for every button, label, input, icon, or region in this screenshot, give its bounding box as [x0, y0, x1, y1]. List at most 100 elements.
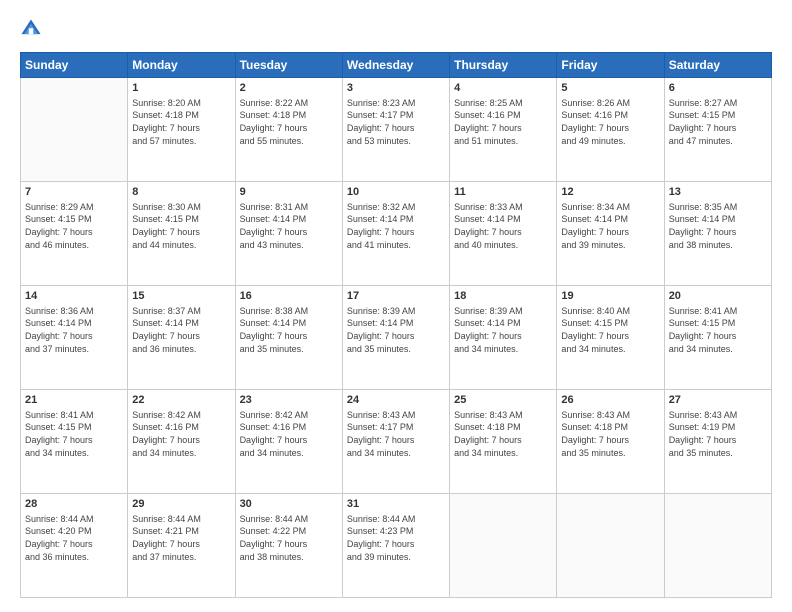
- cell-info-line: Daylight: 7 hours: [240, 538, 338, 551]
- cell-info-line: Sunset: 4:23 PM: [347, 525, 445, 538]
- cell-info-line: and 49 minutes.: [561, 135, 659, 148]
- day-number: 19: [561, 289, 659, 304]
- day-number: 24: [347, 393, 445, 408]
- cell-info-line: and 34 minutes.: [669, 343, 767, 356]
- calendar-cell: [450, 494, 557, 598]
- cell-info-line: and 35 minutes.: [561, 447, 659, 460]
- cell-info-line: Sunrise: 8:33 AM: [454, 201, 552, 214]
- cell-info-line: and 46 minutes.: [25, 239, 123, 252]
- day-number: 27: [669, 393, 767, 408]
- cell-info-line: and 39 minutes.: [347, 551, 445, 564]
- cell-info-line: Daylight: 7 hours: [347, 226, 445, 239]
- day-number: 22: [132, 393, 230, 408]
- day-number: 13: [669, 185, 767, 200]
- cell-info-line: Sunset: 4:16 PM: [132, 421, 230, 434]
- cell-info-line: and 34 minutes.: [132, 447, 230, 460]
- cell-info-line: Sunset: 4:15 PM: [561, 317, 659, 330]
- cell-info-line: Daylight: 7 hours: [240, 434, 338, 447]
- calendar-header-row: SundayMondayTuesdayWednesdayThursdayFrid…: [21, 53, 772, 78]
- day-number: 14: [25, 289, 123, 304]
- calendar-cell: 27Sunrise: 8:43 AMSunset: 4:19 PMDayligh…: [664, 390, 771, 494]
- day-number: 17: [347, 289, 445, 304]
- calendar-cell: 10Sunrise: 8:32 AMSunset: 4:14 PMDayligh…: [342, 182, 449, 286]
- calendar-cell: 25Sunrise: 8:43 AMSunset: 4:18 PMDayligh…: [450, 390, 557, 494]
- cell-info-line: Daylight: 7 hours: [561, 330, 659, 343]
- day-number: 15: [132, 289, 230, 304]
- calendar-cell: 12Sunrise: 8:34 AMSunset: 4:14 PMDayligh…: [557, 182, 664, 286]
- col-header-saturday: Saturday: [664, 53, 771, 78]
- day-number: 11: [454, 185, 552, 200]
- cell-info-line: Daylight: 7 hours: [132, 538, 230, 551]
- cell-info-line: Daylight: 7 hours: [669, 122, 767, 135]
- cell-info-line: and 37 minutes.: [25, 343, 123, 356]
- cell-info-line: Daylight: 7 hours: [561, 434, 659, 447]
- cell-info-line: Sunrise: 8:42 AM: [132, 409, 230, 422]
- day-number: 8: [132, 185, 230, 200]
- cell-info-line: Daylight: 7 hours: [561, 122, 659, 135]
- col-header-friday: Friday: [557, 53, 664, 78]
- cell-info-line: Sunrise: 8:31 AM: [240, 201, 338, 214]
- cell-info-line: Sunset: 4:15 PM: [669, 109, 767, 122]
- cell-info-line: Sunset: 4:15 PM: [669, 317, 767, 330]
- cell-info-line: Daylight: 7 hours: [347, 538, 445, 551]
- calendar-cell: 14Sunrise: 8:36 AMSunset: 4:14 PMDayligh…: [21, 286, 128, 390]
- cell-info-line: Sunset: 4:15 PM: [25, 213, 123, 226]
- cell-info-line: and 35 minutes.: [669, 447, 767, 460]
- cell-info-line: Sunset: 4:16 PM: [561, 109, 659, 122]
- day-number: 23: [240, 393, 338, 408]
- day-number: 12: [561, 185, 659, 200]
- calendar-week-1: 1Sunrise: 8:20 AMSunset: 4:18 PMDaylight…: [21, 78, 772, 182]
- calendar-cell: 4Sunrise: 8:25 AMSunset: 4:16 PMDaylight…: [450, 78, 557, 182]
- cell-info-line: Sunrise: 8:39 AM: [454, 305, 552, 318]
- cell-info-line: Sunset: 4:14 PM: [669, 213, 767, 226]
- col-header-wednesday: Wednesday: [342, 53, 449, 78]
- calendar-cell: [664, 494, 771, 598]
- calendar-cell: 30Sunrise: 8:44 AMSunset: 4:22 PMDayligh…: [235, 494, 342, 598]
- cell-info-line: Sunrise: 8:34 AM: [561, 201, 659, 214]
- cell-info-line: Sunrise: 8:35 AM: [669, 201, 767, 214]
- day-number: 18: [454, 289, 552, 304]
- logo: [20, 18, 44, 42]
- day-number: 10: [347, 185, 445, 200]
- cell-info-line: Sunrise: 8:20 AM: [132, 97, 230, 110]
- cell-info-line: Daylight: 7 hours: [669, 434, 767, 447]
- cell-info-line: Daylight: 7 hours: [454, 434, 552, 447]
- day-number: 29: [132, 497, 230, 512]
- calendar-cell: 31Sunrise: 8:44 AMSunset: 4:23 PMDayligh…: [342, 494, 449, 598]
- day-number: 28: [25, 497, 123, 512]
- cell-info-line: and 57 minutes.: [132, 135, 230, 148]
- calendar-cell: 26Sunrise: 8:43 AMSunset: 4:18 PMDayligh…: [557, 390, 664, 494]
- cell-info-line: Sunrise: 8:41 AM: [25, 409, 123, 422]
- calendar-cell: 2Sunrise: 8:22 AMSunset: 4:18 PMDaylight…: [235, 78, 342, 182]
- calendar-cell: 17Sunrise: 8:39 AMSunset: 4:14 PMDayligh…: [342, 286, 449, 390]
- cell-info-line: and 35 minutes.: [240, 343, 338, 356]
- cell-info-line: Sunrise: 8:27 AM: [669, 97, 767, 110]
- calendar-week-2: 7Sunrise: 8:29 AMSunset: 4:15 PMDaylight…: [21, 182, 772, 286]
- day-number: 4: [454, 81, 552, 96]
- day-number: 25: [454, 393, 552, 408]
- calendar-cell: 16Sunrise: 8:38 AMSunset: 4:14 PMDayligh…: [235, 286, 342, 390]
- cell-info-line: Sunset: 4:14 PM: [454, 213, 552, 226]
- cell-info-line: Sunrise: 8:29 AM: [25, 201, 123, 214]
- calendar-cell: 3Sunrise: 8:23 AMSunset: 4:17 PMDaylight…: [342, 78, 449, 182]
- day-number: 31: [347, 497, 445, 512]
- day-number: 9: [240, 185, 338, 200]
- cell-info-line: Sunrise: 8:43 AM: [561, 409, 659, 422]
- cell-info-line: Sunrise: 8:25 AM: [454, 97, 552, 110]
- cell-info-line: Sunrise: 8:44 AM: [25, 513, 123, 526]
- calendar-week-3: 14Sunrise: 8:36 AMSunset: 4:14 PMDayligh…: [21, 286, 772, 390]
- cell-info-line: and 51 minutes.: [454, 135, 552, 148]
- cell-info-line: and 34 minutes.: [25, 447, 123, 460]
- cell-info-line: Daylight: 7 hours: [669, 330, 767, 343]
- col-header-monday: Monday: [128, 53, 235, 78]
- calendar-cell: 8Sunrise: 8:30 AMSunset: 4:15 PMDaylight…: [128, 182, 235, 286]
- cell-info-line: and 36 minutes.: [25, 551, 123, 564]
- calendar-cell: 11Sunrise: 8:33 AMSunset: 4:14 PMDayligh…: [450, 182, 557, 286]
- logo-icon: [20, 18, 42, 40]
- calendar-table: SundayMondayTuesdayWednesdayThursdayFrid…: [20, 52, 772, 598]
- col-header-thursday: Thursday: [450, 53, 557, 78]
- cell-info-line: Sunrise: 8:23 AM: [347, 97, 445, 110]
- cell-info-line: Sunrise: 8:41 AM: [669, 305, 767, 318]
- cell-info-line: Sunset: 4:16 PM: [240, 421, 338, 434]
- cell-info-line: Sunset: 4:14 PM: [132, 317, 230, 330]
